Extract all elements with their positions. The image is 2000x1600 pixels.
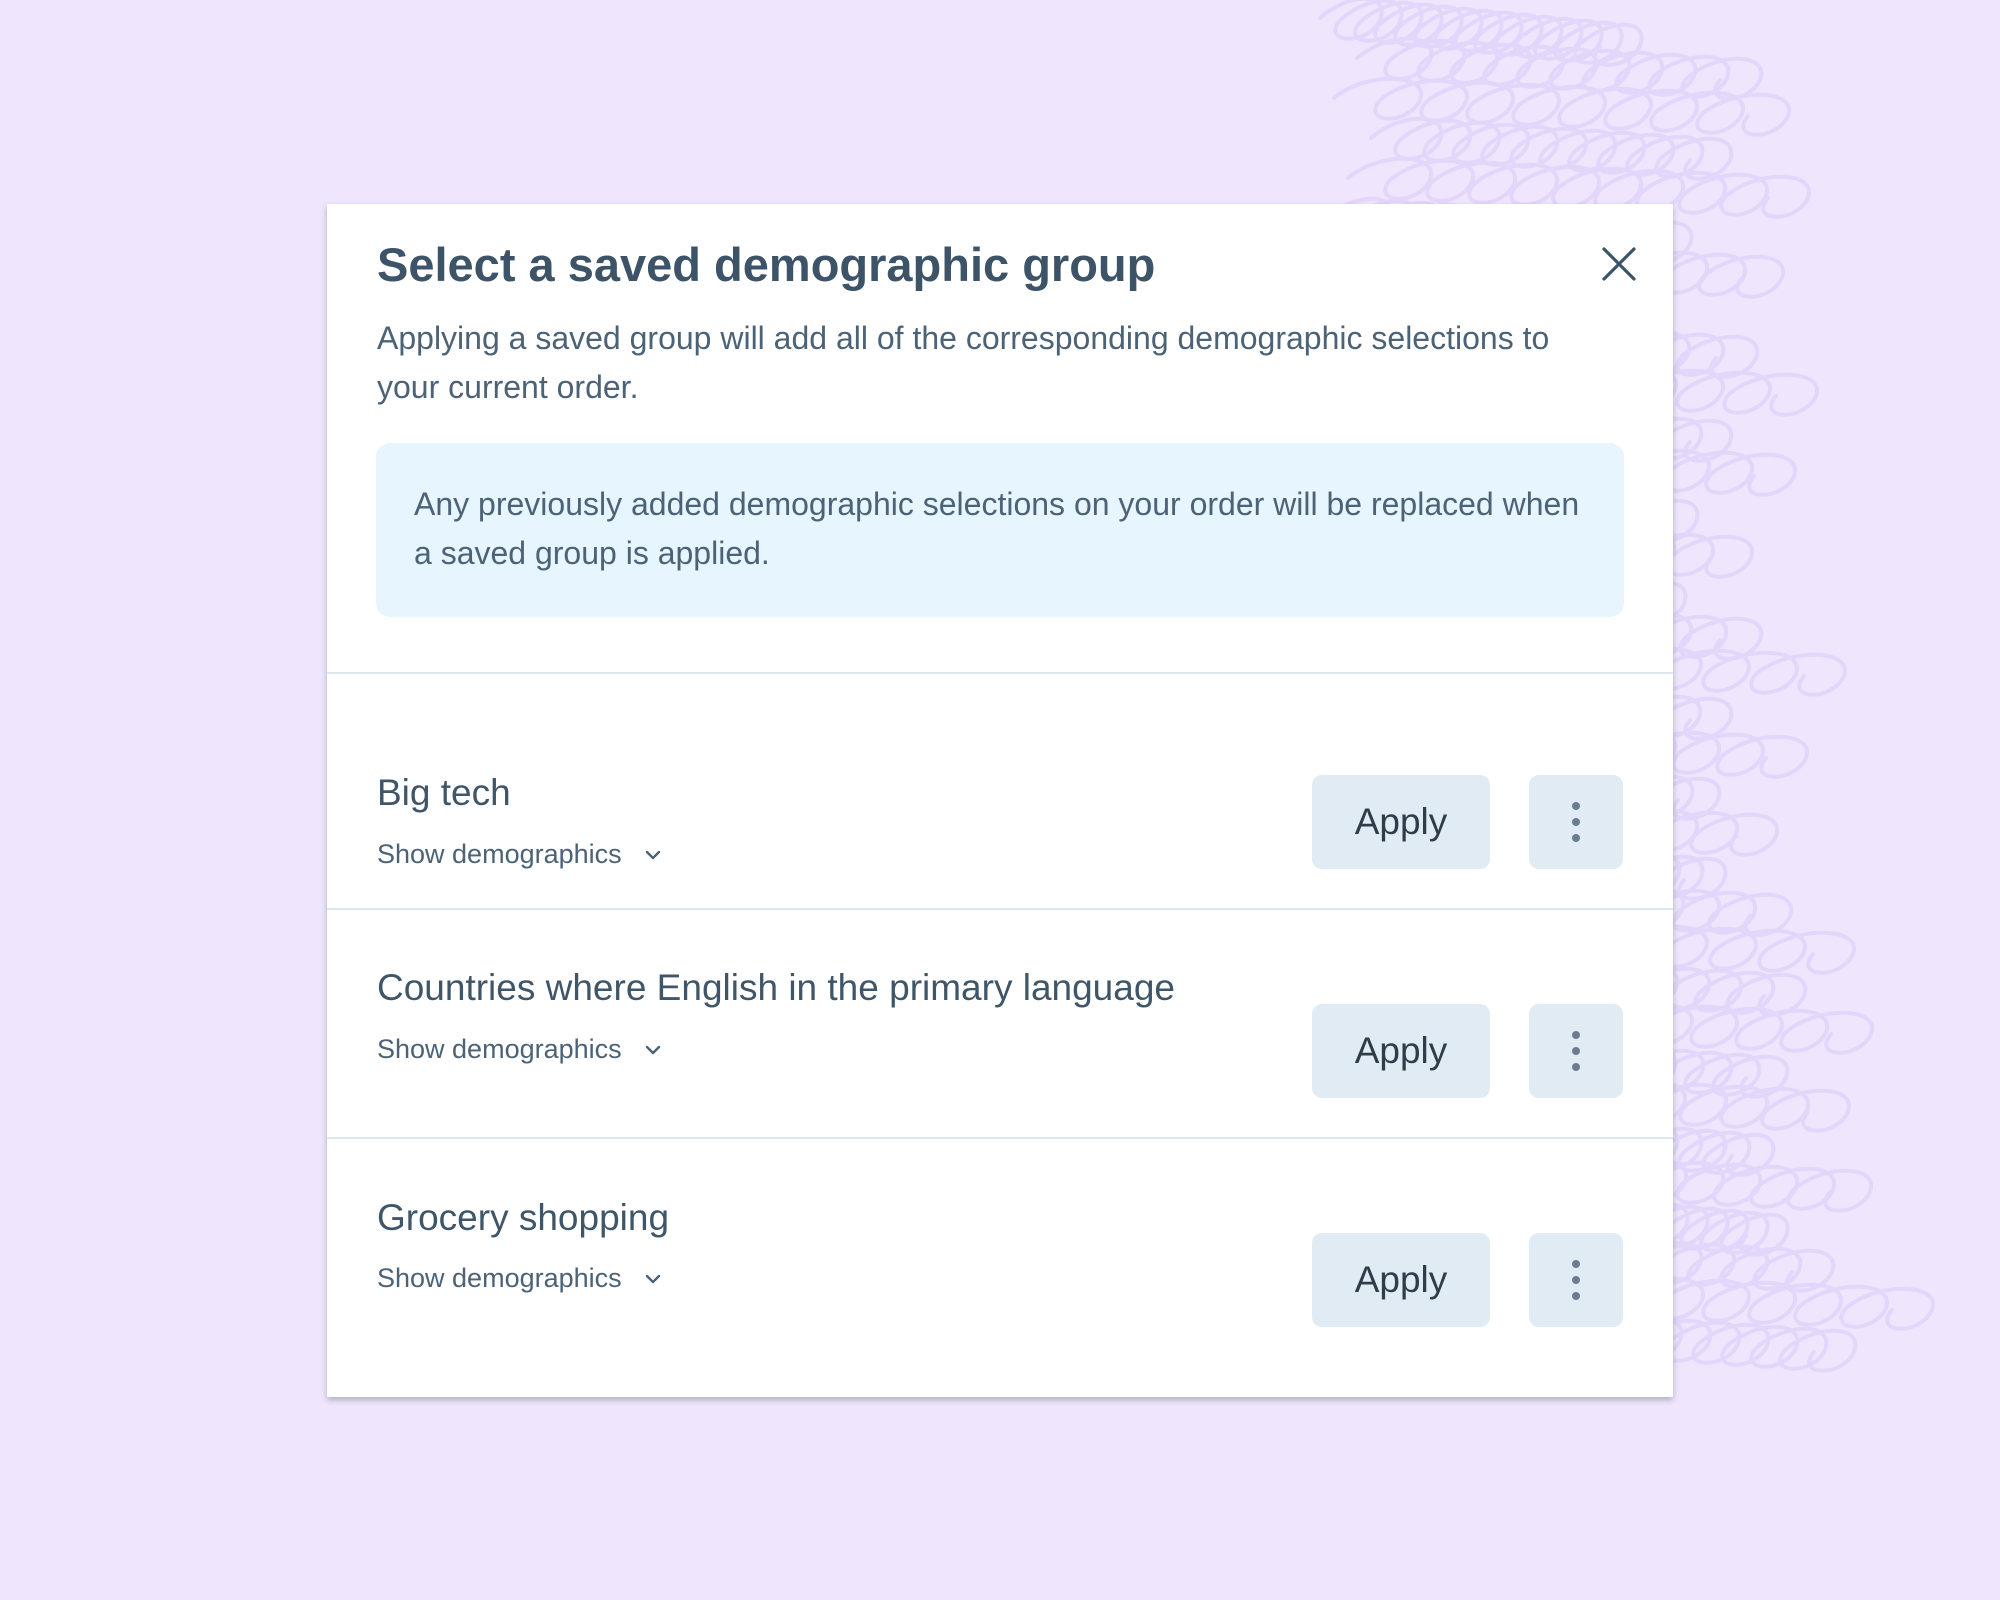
list-item: Big tech Show demographics Apply [327, 674, 1673, 910]
background-scribble [1369, 116, 1734, 181]
list-item: Grocery shopping Show demographics Apply [327, 1139, 1673, 1397]
toggle-label: Show demographics [377, 1034, 622, 1064]
dialog-description: Applying a saved group will add all of t… [377, 320, 1550, 405]
chevron-down-icon [645, 1045, 660, 1054]
group-name: Grocery shopping [377, 1197, 670, 1238]
close-button[interactable] [1593, 238, 1645, 290]
close-icon [1602, 247, 1636, 281]
group-name: Big tech [377, 772, 511, 813]
background-scribble [1355, 36, 1764, 101]
toggle-label: Show demographics [377, 1263, 622, 1293]
chevron-down-icon [645, 1274, 660, 1283]
show-demographics-toggle[interactable]: Show demographics [377, 839, 662, 870]
vertical-ellipsis-icon [1572, 1031, 1580, 1071]
more-options-button[interactable] [1529, 1233, 1623, 1327]
background-scribble [1318, 0, 1644, 67]
list-item: Countries where English in the primary l… [327, 910, 1673, 1139]
notice-text: Any previously added demographic selecti… [414, 486, 1580, 571]
more-options-button[interactable] [1529, 775, 1623, 869]
apply-button[interactable]: Apply [1312, 1233, 1490, 1327]
vertical-ellipsis-icon [1572, 1260, 1580, 1300]
dialog-header: Select a saved demographic group Applyin… [327, 204, 1673, 674]
more-options-button[interactable] [1529, 1004, 1623, 1098]
apply-button[interactable]: Apply [1312, 1004, 1490, 1098]
apply-button[interactable]: Apply [1312, 775, 1490, 869]
saved-group-dialog: Select a saved demographic group Applyin… [327, 204, 1673, 1397]
show-demographics-toggle[interactable]: Show demographics [377, 1263, 662, 1294]
group-name: Countries where English in the primary l… [377, 967, 1175, 1008]
info-notice: Any previously added demographic selecti… [376, 443, 1624, 617]
dialog-title: Select a saved demographic group [377, 238, 1156, 291]
background-scribble [1332, 76, 1791, 137]
show-demographics-toggle[interactable]: Show demographics [377, 1034, 662, 1065]
toggle-label: Show demographics [377, 839, 622, 869]
vertical-ellipsis-icon [1572, 802, 1580, 842]
chevron-down-icon [645, 850, 660, 859]
